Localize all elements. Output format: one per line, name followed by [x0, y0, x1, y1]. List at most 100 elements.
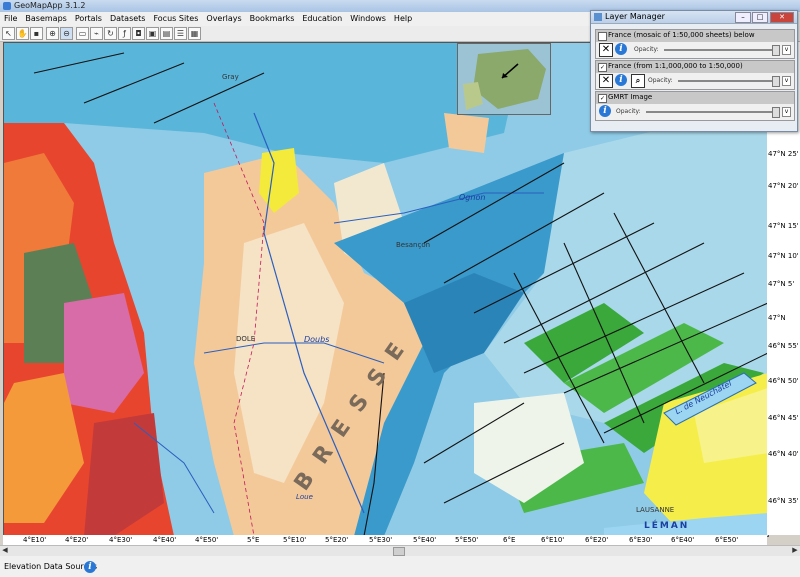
layer-visibility-checkbox[interactable]: ✓	[598, 63, 607, 72]
scroll-thumb[interactable]	[393, 547, 405, 556]
layer-name: France (from 1:1,000,000 to 1:50,000)	[608, 62, 743, 70]
lon-tick: 6°E10'	[541, 536, 565, 544]
lon-tick: 6°E20'	[585, 536, 609, 544]
layer-name: France (mosaic of 1:50,000 sheets) below	[608, 31, 755, 39]
menu-datasets[interactable]: Datasets	[106, 12, 150, 25]
pan-hand-icon[interactable]: ✋	[16, 27, 29, 40]
layer-item: France (mosaic of 1:50,000 sheets) below…	[595, 29, 795, 59]
layer-info-icon[interactable]: i	[615, 74, 627, 86]
menu-file[interactable]: File	[0, 12, 21, 25]
digitize-icon[interactable]: ⌁	[90, 27, 103, 40]
layer-item: ✓ GMRT Image i Opacity: v	[595, 91, 795, 121]
gray-label: Gray	[222, 73, 239, 81]
lat-tick: 46°N 35'	[768, 497, 799, 505]
status-bar: Elevation Data Sources i	[0, 556, 800, 577]
list-icon[interactable]: ☰	[174, 27, 187, 40]
menu-education[interactable]: Education	[298, 12, 346, 25]
longitude-axis: 4°E10' 4°E20' 4°E30' 4°E40' 4°E50' 5°E 5…	[3, 535, 767, 545]
lon-tick: 6°E50'	[715, 536, 739, 544]
zoom-icon[interactable]: ⌕	[631, 74, 645, 88]
layer-info-icon[interactable]: i	[615, 43, 627, 55]
menu-help[interactable]: Help	[390, 12, 416, 25]
lon-tick: 4°E10'	[23, 536, 47, 544]
dole-label: DOLE	[236, 335, 256, 343]
layer-manager-icon	[594, 13, 602, 21]
close-icon[interactable]: ✕	[770, 12, 794, 23]
menu-focus-sites[interactable]: Focus Sites	[149, 12, 202, 25]
lon-tick: 5°E	[247, 536, 260, 544]
besancon-label: Besançon	[396, 241, 431, 249]
menu-portals[interactable]: Portals	[71, 12, 106, 25]
camera-icon[interactable]: ◘	[132, 27, 145, 40]
table-icon[interactable]: ▦	[188, 27, 201, 40]
lon-tick: 4°E30'	[109, 536, 133, 544]
lon-tick: 5°E10'	[283, 536, 307, 544]
function-icon[interactable]: ƒ	[118, 27, 131, 40]
image-icon[interactable]: ▣	[146, 27, 159, 40]
opacity-slider-knob[interactable]	[772, 107, 780, 118]
opacity-label: Opacity:	[634, 46, 659, 53]
lon-tick: 6°E	[503, 536, 516, 544]
lon-tick: 5°E20'	[325, 536, 349, 544]
remove-layer-icon[interactable]: ✕	[599, 43, 613, 57]
layer-menu-icon[interactable]: v	[782, 76, 791, 86]
lon-tick: 4°E20'	[65, 536, 89, 544]
lat-tick: 47°N 20'	[768, 182, 799, 190]
layer-visibility-checkbox[interactable]	[598, 32, 607, 41]
remove-layer-icon[interactable]: ✕	[599, 74, 613, 88]
layer-menu-icon[interactable]: v	[782, 45, 791, 55]
zoom-in-icon[interactable]: ⊕	[46, 27, 59, 40]
horizontal-scrollbar[interactable]: ◀ ▶	[0, 545, 800, 556]
opacity-slider[interactable]	[646, 111, 776, 113]
leman-label: LÉMAN	[644, 521, 690, 531]
layers-icon[interactable]: ▤	[160, 27, 173, 40]
grid-tool-icon[interactable]: ↻	[104, 27, 117, 40]
lon-tick: 5°E40'	[413, 536, 437, 544]
lat-tick: 46°N 40'	[768, 450, 799, 458]
opacity-label: Opacity:	[648, 77, 673, 84]
lat-tick: 47°N 15'	[768, 222, 799, 230]
lat-tick: 47°N	[768, 314, 786, 322]
scroll-right-icon[interactable]: ▶	[790, 546, 800, 555]
info-icon[interactable]: i	[84, 561, 96, 573]
layer-info-icon[interactable]: i	[599, 105, 611, 117]
layer-manager-titlebar[interactable]: Layer Manager – □ ✕	[591, 11, 797, 24]
lat-tick: 47°N 10'	[768, 252, 799, 260]
pointer-icon[interactable]: ↖	[2, 27, 15, 40]
opacity-label: Opacity:	[616, 108, 641, 115]
save-icon[interactable]: ▪	[30, 27, 43, 40]
layer-controls: ✕ i ⌕ Opacity: v	[596, 73, 794, 89]
profile-tool-icon[interactable]: ▭	[76, 27, 89, 40]
layer-visibility-checkbox[interactable]: ✓	[598, 94, 607, 103]
loue-label: Loue	[296, 493, 313, 501]
menu-overlays[interactable]: Overlays	[202, 12, 245, 25]
layer-manager-window: Layer Manager – □ ✕ France (mosaic of 1:…	[590, 10, 798, 132]
opacity-slider[interactable]	[678, 80, 776, 82]
lon-tick: 6°E40'	[671, 536, 695, 544]
menu-basemaps[interactable]: Basemaps	[21, 12, 70, 25]
lausanne-label: LAUSANNE	[636, 506, 675, 514]
opacity-slider[interactable]	[664, 49, 776, 51]
lon-tick: 5°E30'	[369, 536, 393, 544]
app-title: GeoMapApp 3.1.2	[14, 1, 86, 10]
menu-windows[interactable]: Windows	[346, 12, 390, 25]
scroll-left-icon[interactable]: ◀	[0, 546, 10, 555]
layer-manager-title: Layer Manager	[605, 12, 665, 21]
menu-bookmarks[interactable]: Bookmarks	[246, 12, 299, 25]
layer-name: GMRT Image	[608, 93, 653, 101]
lon-tick: 5°E50'	[455, 536, 479, 544]
lon-tick: 4°E40'	[153, 536, 177, 544]
layer-menu-icon[interactable]: v	[782, 107, 791, 117]
layer-item: ✓ France (from 1:1,000,000 to 1:50,000) …	[595, 60, 795, 90]
minimize-icon[interactable]: –	[735, 12, 751, 23]
lon-tick: 4°E50'	[195, 536, 219, 544]
overview-minimap[interactable]	[457, 43, 551, 115]
layer-controls: i Opacity: v	[596, 104, 794, 120]
doubs-label: Doubs	[304, 335, 330, 344]
maximize-icon[interactable]: □	[752, 12, 768, 23]
lat-tick: 47°N 25'	[768, 150, 799, 158]
zoom-out-icon[interactable]: ⊖	[60, 27, 73, 40]
opacity-slider-knob[interactable]	[772, 45, 780, 56]
lat-tick: 46°N 50'	[768, 377, 799, 385]
opacity-slider-knob[interactable]	[772, 76, 780, 87]
